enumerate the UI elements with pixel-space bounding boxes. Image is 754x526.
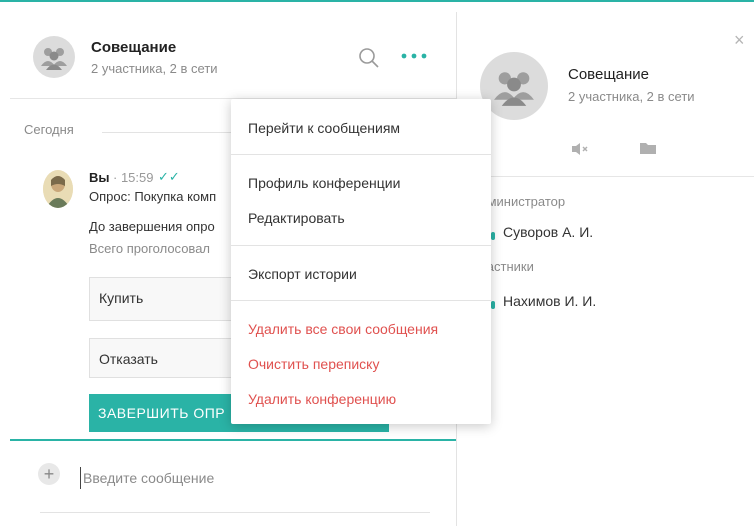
more-button[interactable] xyxy=(400,46,432,68)
files-button[interactable] xyxy=(638,140,658,156)
poll-title: Опрос: Покупка комп xyxy=(89,189,217,204)
group-icon xyxy=(41,48,67,70)
menu-item-go-to-messages[interactable]: Перейти к сообщениям xyxy=(248,120,400,136)
poll-option-label: Отказать xyxy=(99,351,158,367)
search-button[interactable] xyxy=(358,47,380,69)
mute-button[interactable] xyxy=(570,141,590,157)
more-icon xyxy=(401,53,427,59)
chat-title: Совещание xyxy=(91,39,177,56)
user-portrait-icon xyxy=(43,170,73,208)
read-check-icon: ✓✓ xyxy=(158,169,180,184)
folder-icon xyxy=(640,143,656,154)
poll-voted-count: Всего проголосовал xyxy=(89,241,211,256)
conference-title: Совещание xyxy=(568,66,650,83)
online-indicator xyxy=(491,301,495,309)
finish-poll-label: ЗАВЕРШИТЬ ОПР xyxy=(98,405,226,421)
mute-icon xyxy=(572,143,588,155)
chat-subtitle: 2 участника, 2 в сети xyxy=(91,61,218,76)
group-avatar[interactable] xyxy=(33,36,75,78)
online-indicator xyxy=(491,232,495,240)
composer-focus-line xyxy=(10,439,456,441)
attach-button[interactable]: + xyxy=(38,463,60,485)
conference-menu: Перейти к сообщениям Профиль конференции… xyxy=(231,99,491,424)
conference-subtitle: 2 участника, 2 в сети xyxy=(568,89,695,104)
menu-item-conference-profile[interactable]: Профиль конференции xyxy=(248,175,400,191)
conference-info-pane: × Совещание 2 участника, 2 в сети дминис… xyxy=(458,14,754,526)
close-icon[interactable]: × xyxy=(734,30,745,51)
group-icon xyxy=(494,72,534,106)
message-author: Вы xyxy=(89,170,110,185)
menu-item-delete-conference[interactable]: Удалить конференцию xyxy=(248,391,396,407)
chat-header: Совещание 2 участника, 2 в сети xyxy=(10,12,456,99)
user-avatar[interactable] xyxy=(43,170,73,208)
search-icon xyxy=(359,48,379,68)
poll-deadline: До завершения опро xyxy=(89,219,215,234)
menu-item-delete-own-messages[interactable]: Удалить все свои сообщения xyxy=(248,321,438,337)
info-divider xyxy=(480,176,754,177)
member-item[interactable]: Нахимов И. И. xyxy=(503,293,596,309)
menu-item-export-history[interactable]: Экспорт истории xyxy=(248,266,357,282)
admin-section-label: дминистратор xyxy=(480,194,566,209)
message-time: · 15:59 xyxy=(113,170,154,185)
admin-member[interactable]: Суворов А. И. xyxy=(503,224,593,240)
message-input[interactable] xyxy=(80,467,430,489)
menu-item-edit[interactable]: Редактировать xyxy=(248,210,345,226)
menu-separator xyxy=(231,154,491,155)
composer-divider xyxy=(40,512,430,513)
menu-separator xyxy=(231,300,491,301)
poll-option-label: Купить xyxy=(99,290,144,306)
menu-separator xyxy=(231,245,491,246)
app-window: Совещание 2 участника, 2 в сети Сегодня xyxy=(0,0,754,526)
menu-item-clear-chat[interactable]: Очистить переписку xyxy=(248,356,379,372)
day-label: Сегодня xyxy=(24,122,80,137)
